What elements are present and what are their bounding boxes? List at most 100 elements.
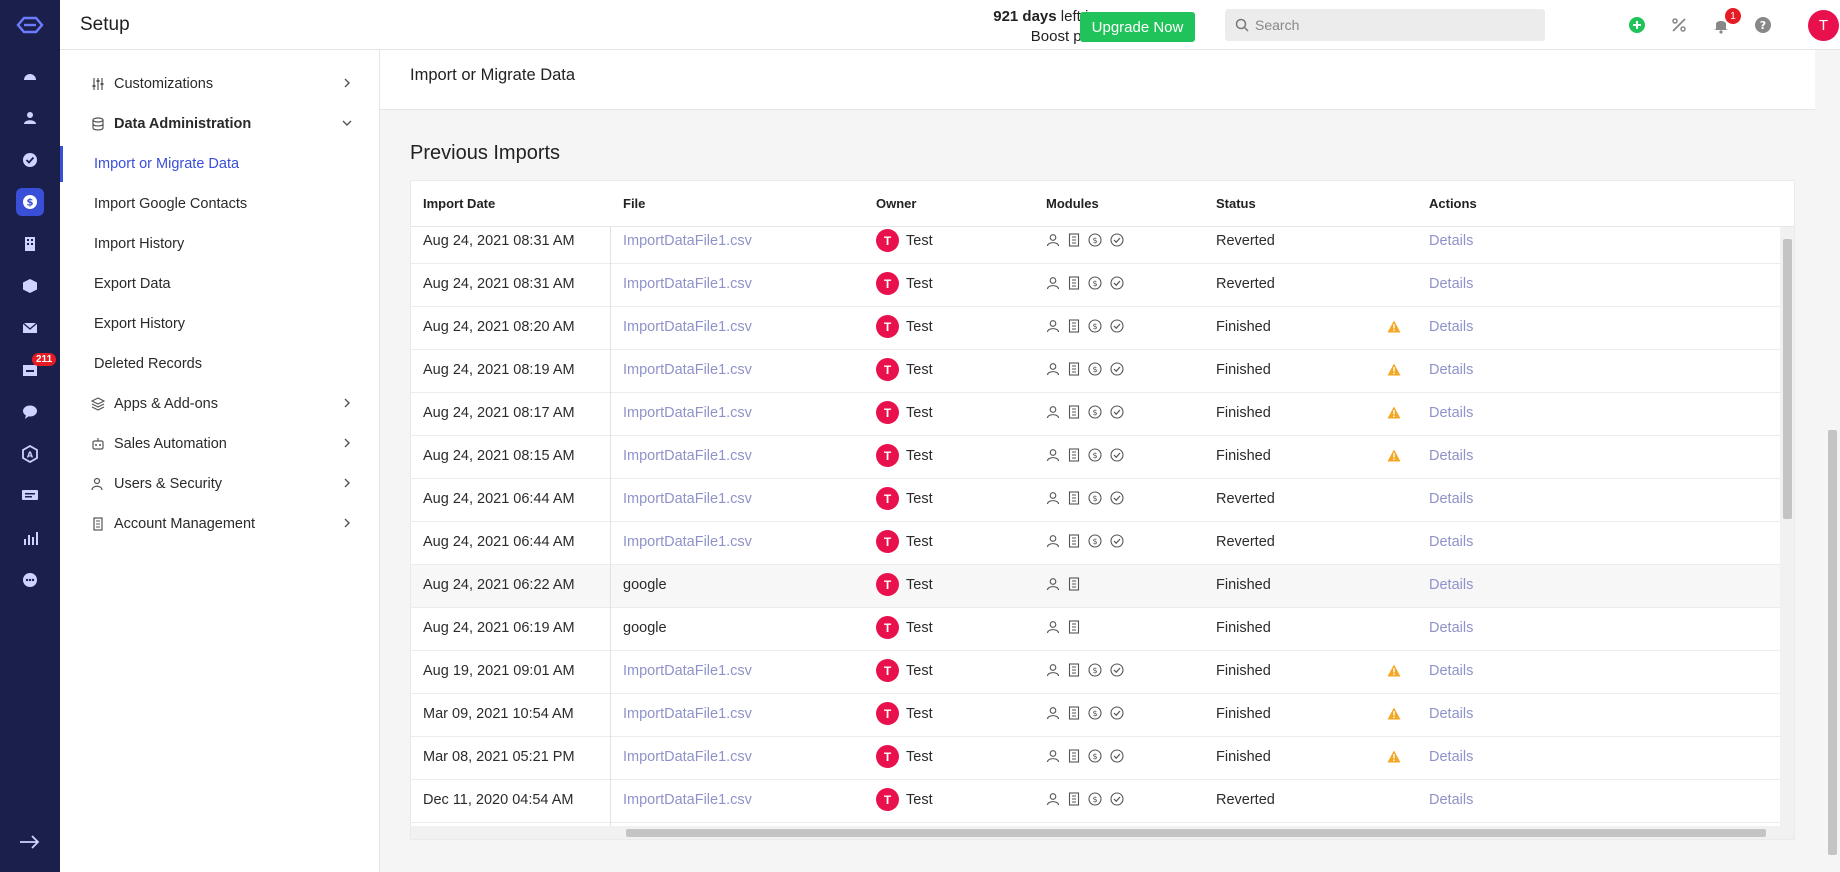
- table-row[interactable]: Aug 24, 2021 06:22 AM google T Test Finished…: [411, 565, 1781, 608]
- file-cell[interactable]: ImportDataFile1.csv: [623, 233, 752, 249]
- details-link[interactable]: Details: [1429, 405, 1473, 421]
- table-vertical-scrollbar[interactable]: [1780, 227, 1794, 827]
- warning-icon[interactable]: [1387, 320, 1401, 337]
- brand-logo[interactable]: [14, 14, 46, 36]
- table-row[interactable]: Aug 19, 2021 09:01 AM ImportDataFile1.csv…: [411, 651, 1781, 694]
- chat-icon[interactable]: [16, 398, 44, 426]
- details-link[interactable]: Details: [1429, 706, 1473, 722]
- sidebar-item-account-management[interactable]: Account Management: [60, 506, 380, 542]
- automation-icon[interactable]: A: [16, 440, 44, 468]
- file-cell[interactable]: ImportDataFile1.csv: [623, 706, 752, 722]
- more-icon[interactable]: [16, 566, 44, 594]
- sidebar-item-export-data[interactable]: Export Data: [60, 266, 380, 302]
- details-link[interactable]: Details: [1429, 749, 1473, 765]
- file-cell[interactable]: ImportDataFile1.csv: [623, 362, 752, 378]
- table-row[interactable]: Aug 24, 2021 08:31 AM ImportDataFile1.csv…: [411, 221, 1781, 264]
- sidebar-item-customizations[interactable]: Customizations: [60, 66, 380, 102]
- table-row[interactable]: Mar 08, 2021 05:21 PM ImportDataFile1.csv…: [411, 737, 1781, 780]
- file-cell[interactable]: ImportDataFile1.csv: [623, 792, 752, 808]
- scroll-thumb[interactable]: [1783, 239, 1792, 519]
- file-cell[interactable]: ImportDataFile1.csv: [623, 448, 752, 464]
- details-link[interactable]: Details: [1429, 233, 1473, 249]
- account-module-icon: [1068, 706, 1080, 724]
- sidebar-item-sales-automation[interactable]: Sales Automation: [60, 426, 380, 462]
- warning-icon[interactable]: [1387, 750, 1401, 767]
- details-link[interactable]: Details: [1429, 491, 1473, 507]
- file-cell[interactable]: ImportDataFile1.csv: [623, 319, 752, 335]
- details-link[interactable]: Details: [1429, 362, 1473, 378]
- file-cell[interactable]: ImportDataFile1.csv: [623, 663, 752, 679]
- account-module-icon: [1068, 233, 1080, 251]
- warning-icon[interactable]: [1387, 406, 1401, 423]
- table-row[interactable]: Aug 24, 2021 08:19 AM ImportDataFile1.csv…: [411, 350, 1781, 393]
- column-header-status[interactable]: Status: [1216, 196, 1256, 211]
- email-icon[interactable]: [16, 314, 44, 342]
- scroll-thumb[interactable]: [1828, 430, 1837, 855]
- sidebar-item-data-administration[interactable]: Data Administration: [60, 106, 380, 142]
- scroll-thumb[interactable]: [626, 829, 1766, 837]
- page-vertical-scrollbar[interactable]: [1825, 100, 1840, 860]
- details-link[interactable]: Details: [1429, 319, 1473, 335]
- database-icon: [90, 116, 106, 132]
- search-input[interactable]: [1255, 17, 1525, 33]
- table-row[interactable]: Aug 24, 2021 06:44 AM ImportDataFile1.csv…: [411, 522, 1781, 565]
- column-header-file[interactable]: File: [623, 196, 645, 211]
- table-row[interactable]: Aug 24, 2021 06:19 AM google T Test Finished…: [411, 608, 1781, 651]
- sidebar-item-import-history[interactable]: Import History: [60, 226, 380, 262]
- sidebar-item-users-security[interactable]: Users & Security: [60, 466, 380, 502]
- file-cell[interactable]: ImportDataFile1.csv: [623, 534, 752, 550]
- table-row[interactable]: Dec 11, 2020 04:54 AM ImportDataFile1.csv…: [411, 780, 1781, 823]
- tools-icon[interactable]: [1668, 14, 1690, 36]
- tasks-icon[interactable]: [16, 146, 44, 174]
- sidebar-item-import-or-migrate-data[interactable]: Import or Migrate Data: [60, 146, 380, 182]
- warning-icon[interactable]: [1387, 664, 1401, 681]
- top-header: Setup 921 days left in your Boost plan t…: [60, 0, 1840, 50]
- table-row[interactable]: Aug 24, 2021 08:31 AM ImportDataFile1.csv…: [411, 264, 1781, 307]
- products-icon[interactable]: [16, 272, 44, 300]
- sidebar-item-deleted-records[interactable]: Deleted Records: [60, 346, 380, 382]
- sidebar-item-label: Import or Migrate Data: [94, 156, 240, 172]
- table-row[interactable]: Aug 24, 2021 08:15 AM ImportDataFile1.csv…: [411, 436, 1781, 479]
- file-cell[interactable]: ImportDataFile1.csv: [623, 491, 752, 507]
- frozen-date-column-divider: [411, 181, 611, 839]
- upgrade-button[interactable]: Upgrade Now: [1080, 12, 1195, 42]
- table-row[interactable]: Aug 24, 2021 08:17 AM ImportDataFile1.csv…: [411, 393, 1781, 436]
- table-horizontal-scrollbar[interactable]: [411, 826, 1794, 839]
- svg-text:$: $: [1092, 752, 1097, 761]
- details-link[interactable]: Details: [1429, 276, 1473, 292]
- contact-module-icon: [1046, 792, 1060, 810]
- file-cell[interactable]: ImportDataFile1.csv: [623, 276, 752, 292]
- table-row[interactable]: Mar 09, 2021 10:54 AM ImportDataFile1.csv…: [411, 694, 1781, 737]
- column-header-import-date[interactable]: Import Date: [423, 196, 495, 211]
- reports-icon[interactable]: [16, 524, 44, 552]
- help-icon[interactable]: ?: [1752, 14, 1774, 36]
- details-link[interactable]: Details: [1429, 620, 1473, 636]
- sidebar-item-export-history[interactable]: Export History: [60, 306, 380, 342]
- details-link[interactable]: Details: [1429, 577, 1473, 593]
- quick-add-icon[interactable]: [1626, 14, 1648, 36]
- contacts-icon[interactable]: [16, 104, 44, 132]
- details-link[interactable]: Details: [1429, 792, 1473, 808]
- account-module-icon: [1068, 534, 1080, 552]
- column-header-owner[interactable]: Owner: [876, 196, 916, 211]
- search-box[interactable]: [1225, 9, 1545, 41]
- warning-icon[interactable]: [1387, 363, 1401, 380]
- file-cell[interactable]: ImportDataFile1.csv: [623, 749, 752, 765]
- warning-icon[interactable]: [1387, 707, 1401, 724]
- dashboard-icon[interactable]: [16, 62, 44, 90]
- column-header-modules[interactable]: Modules: [1046, 196, 1099, 211]
- sidebar-item-apps-addons[interactable]: Apps & Add-ons: [60, 386, 380, 422]
- table-row[interactable]: Aug 24, 2021 08:20 AM ImportDataFile1.csv…: [411, 307, 1781, 350]
- details-link[interactable]: Details: [1429, 663, 1473, 679]
- sidebar-item-import-google-contacts[interactable]: Import Google Contacts: [60, 186, 380, 222]
- warning-icon[interactable]: [1387, 449, 1401, 466]
- file-cell[interactable]: ImportDataFile1.csv: [623, 405, 752, 421]
- accounts-icon[interactable]: [16, 230, 44, 258]
- deals-icon[interactable]: $: [16, 188, 44, 216]
- details-link[interactable]: Details: [1429, 448, 1473, 464]
- messages-icon[interactable]: [16, 482, 44, 510]
- table-row[interactable]: Aug 24, 2021 06:44 AM ImportDataFile1.csv…: [411, 479, 1781, 522]
- details-link[interactable]: Details: [1429, 534, 1473, 550]
- user-avatar[interactable]: T: [1808, 10, 1839, 41]
- expand-rail-icon[interactable]: [18, 834, 42, 850]
